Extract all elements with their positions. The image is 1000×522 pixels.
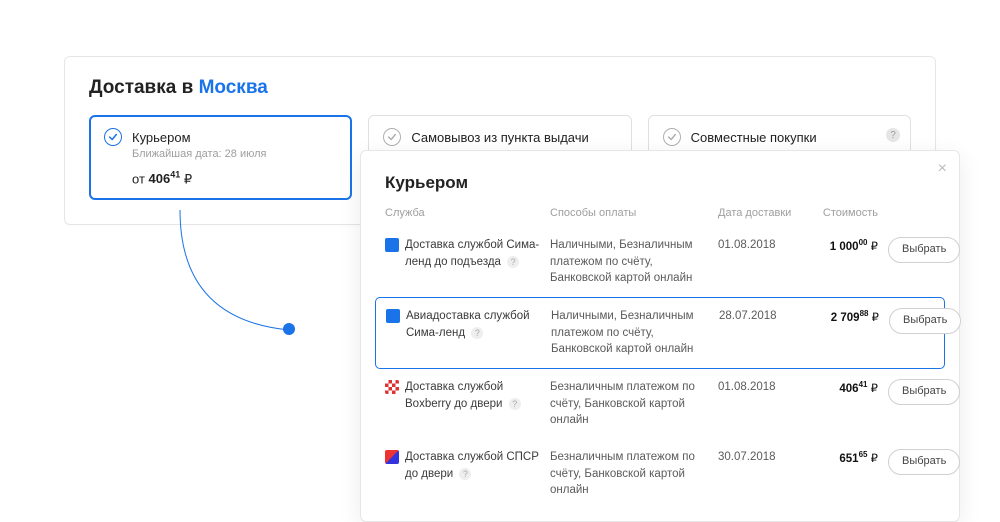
select-button[interactable]: Выбрать: [888, 449, 960, 475]
courier-modal: × Курьером Служба Способы оплаты Дата до…: [360, 150, 960, 522]
table-row[interactable]: Доставка службой СПСР до двери ? Безналич…: [385, 439, 935, 509]
service-name: Доставка службой СПСР до двери ?: [405, 449, 540, 482]
col-service: Служба: [385, 207, 540, 219]
panel-title: Доставка в Москва: [89, 77, 911, 99]
help-icon[interactable]: ?: [507, 256, 519, 268]
delivery-date: 30.07.2018: [718, 449, 802, 466]
service-icon: [385, 238, 399, 252]
service-icon: [385, 450, 399, 464]
select-button[interactable]: Выбрать: [888, 379, 960, 405]
connector-dot: [283, 323, 295, 335]
help-icon[interactable]: ?: [471, 327, 483, 339]
table-body: Доставка службой Сима-ленд до подъезда ?…: [385, 227, 935, 509]
payment-methods: Наличными, Безналичным платежом по счёту…: [551, 308, 709, 358]
service-name: Авиадоставка службой Сима-ленд ?: [406, 308, 541, 341]
payment-methods: Наличными, Безналичным платежом по счёту…: [550, 237, 708, 287]
check-icon: [104, 128, 122, 146]
help-icon[interactable]: ?: [886, 128, 900, 142]
col-date: Дата доставки: [718, 207, 802, 219]
option-courier[interactable]: Курьером Ближайшая дата: 28 июля от 4064…: [89, 115, 352, 200]
option-title: Самовывоз из пункта выдачи: [411, 130, 588, 145]
table-row[interactable]: Доставка службой Сима-ленд до подъезда ?…: [385, 227, 935, 297]
payment-methods: Безналичным платежом по счёту, Банковско…: [550, 379, 708, 429]
delivery-date: 01.08.2018: [718, 237, 802, 254]
service-icon: [385, 380, 399, 394]
select-button[interactable]: Выбрать: [888, 237, 960, 263]
delivery-date: 01.08.2018: [718, 379, 802, 396]
payment-methods: Безналичным платежом по счёту, Банковско…: [550, 449, 708, 499]
cost: 1 00000 ₽: [830, 241, 878, 253]
city-link[interactable]: Москва: [199, 77, 268, 98]
title-prefix: Доставка в: [89, 77, 199, 98]
option-nearest-date: Ближайшая дата: 28 июля: [132, 148, 337, 160]
delivery-date: 28.07.2018: [719, 308, 803, 325]
table-row[interactable]: Авиадоставка службой Сима-ленд ? Наличным…: [375, 297, 945, 369]
modal-title: Курьером: [385, 173, 935, 193]
service-icon: [386, 309, 400, 323]
help-icon[interactable]: ?: [509, 398, 521, 410]
service-name: Доставка службой Boxberry до двери ?: [405, 379, 540, 412]
cost: 40641 ₽: [839, 383, 878, 395]
service-name: Доставка службой Сима-ленд до подъезда ?: [405, 237, 540, 270]
table-header: Служба Способы оплаты Дата доставки Стои…: [385, 207, 935, 227]
col-payment: Способы оплаты: [550, 207, 708, 219]
cost: 65165 ₽: [839, 453, 878, 465]
table-row[interactable]: Доставка службой Boxberry до двери ? Безн…: [385, 369, 935, 439]
option-price: от 40641 ₽: [132, 170, 337, 187]
close-icon[interactable]: ×: [938, 161, 947, 177]
cost: 2 70988 ₽: [831, 312, 879, 324]
option-title: Совместные покупки: [691, 130, 817, 145]
connector-curve: [175, 210, 295, 340]
option-title: Курьером: [132, 130, 191, 145]
check-icon: [663, 128, 681, 146]
col-cost: Стоимость: [812, 207, 878, 219]
check-icon: [383, 128, 401, 146]
select-button[interactable]: Выбрать: [889, 308, 961, 334]
help-icon[interactable]: ?: [459, 468, 471, 480]
